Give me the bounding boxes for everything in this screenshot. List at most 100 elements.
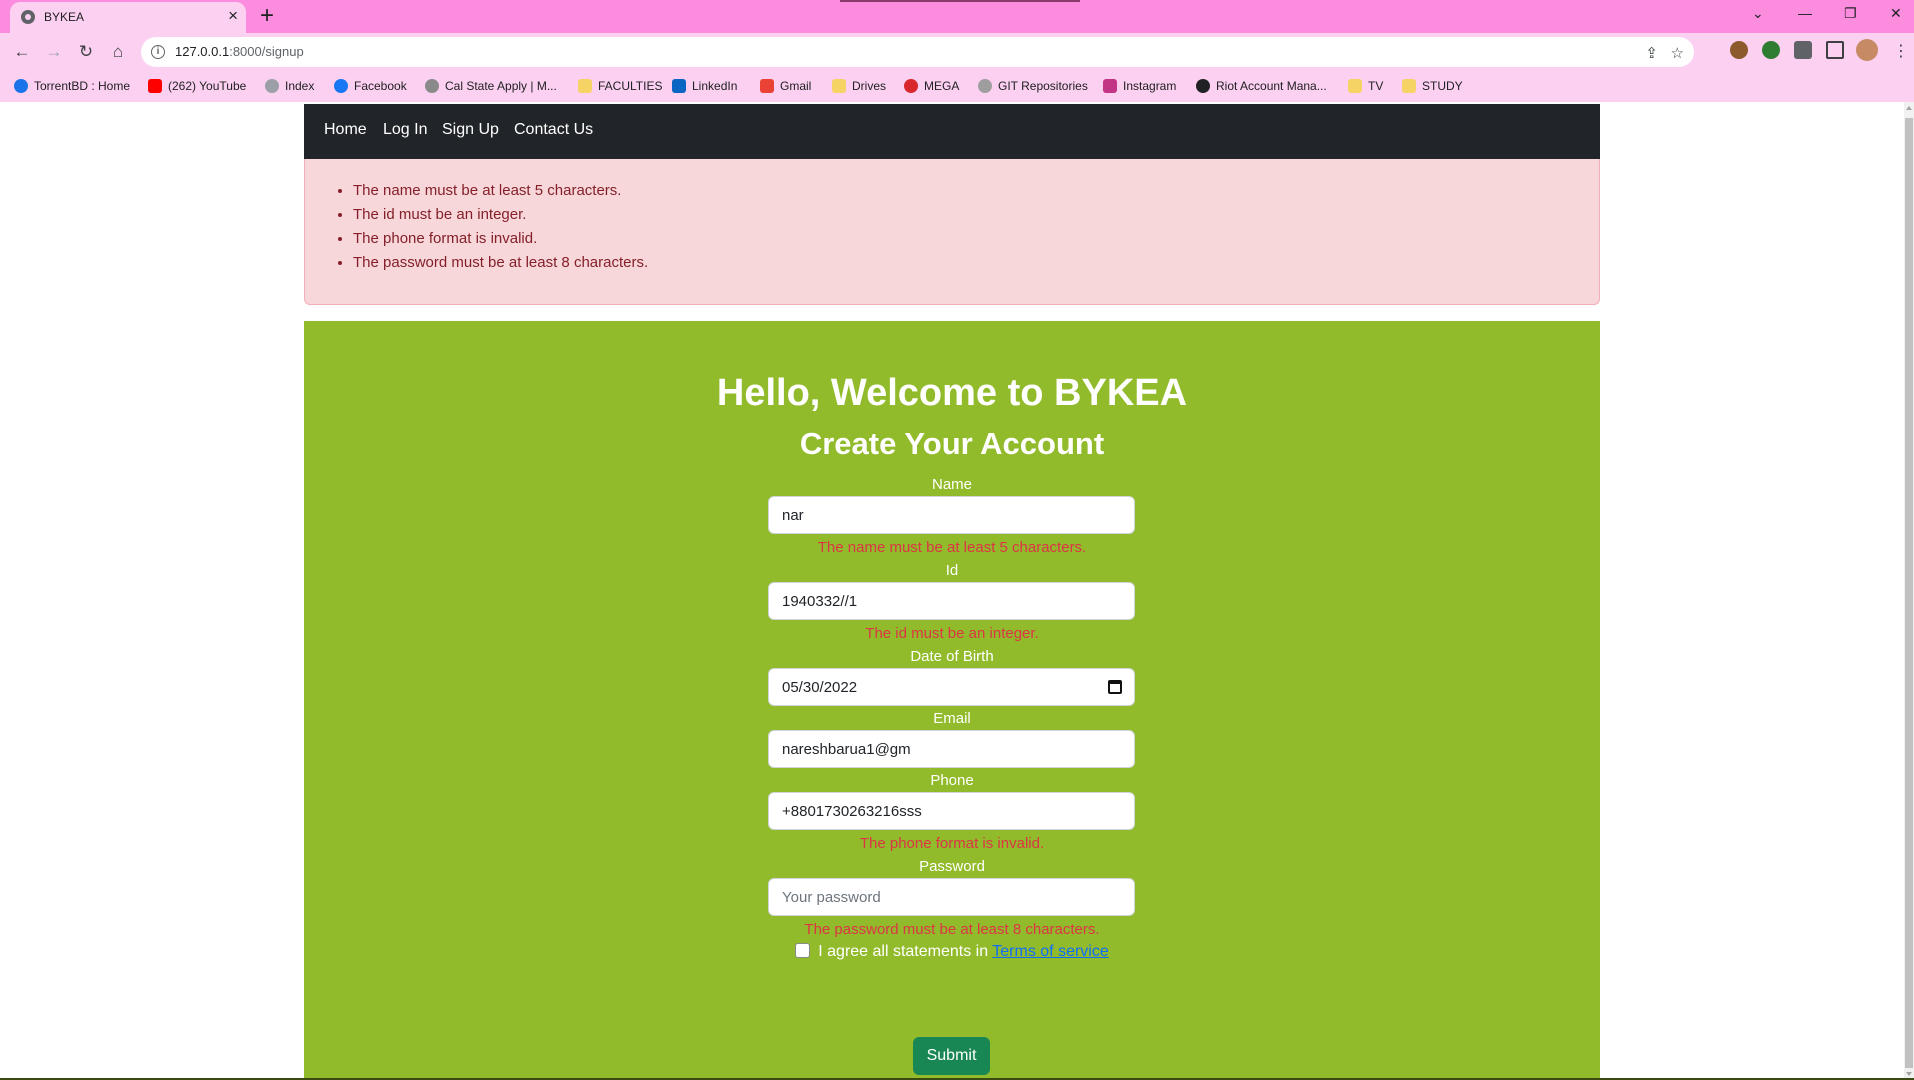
folder-icon bbox=[578, 79, 592, 93]
password-error: The password must be at least 8 characte… bbox=[804, 921, 1100, 938]
browser-chrome: BYKEA × + ⌄ — ❐ ✕ ← → ↻ ⌂ i 127.0.0.1:80… bbox=[0, 0, 1914, 102]
dob-label: Date of Birth bbox=[910, 648, 994, 665]
bookmark-item[interactable]: Cal State Apply | M... bbox=[425, 79, 557, 93]
youtube-icon bbox=[148, 79, 162, 93]
close-window-icon[interactable]: ✕ bbox=[1890, 5, 1902, 22]
name-label: Name bbox=[931, 476, 972, 493]
phone-field[interactable] bbox=[768, 792, 1135, 830]
star-icon[interactable]: ☆ bbox=[1671, 44, 1684, 62]
bookmark-item[interactable]: TV bbox=[1348, 79, 1383, 93]
cookie-extension-icon[interactable] bbox=[1730, 41, 1748, 59]
bookmark-item[interactable]: Riot Account Mana... bbox=[1196, 79, 1327, 93]
gmail-icon bbox=[760, 79, 774, 93]
id-label: Id bbox=[945, 562, 959, 579]
name-field[interactable] bbox=[768, 496, 1135, 534]
calendar-icon[interactable] bbox=[1108, 680, 1122, 694]
nav-contact-link[interactable]: Contact Us bbox=[514, 121, 593, 139]
terms-agreement: I agree all statements in Terms of servi… bbox=[304, 943, 1600, 961]
bookmark-item[interactable]: LinkedIn bbox=[672, 79, 737, 93]
tab-strip: BYKEA × + ⌄ — ❐ ✕ bbox=[0, 0, 1914, 33]
password-field[interactable] bbox=[768, 878, 1135, 916]
restore-icon[interactable]: ❐ bbox=[1844, 5, 1857, 22]
address-bar[interactable]: i 127.0.0.1:8000/signup ⇪ ☆ bbox=[141, 37, 1694, 67]
torrentbd-icon bbox=[14, 79, 28, 93]
globe-icon bbox=[21, 10, 35, 24]
id-error: The id must be an integer. bbox=[865, 625, 1039, 642]
phone-error: The phone format is invalid. bbox=[859, 835, 1045, 852]
bookmark-item[interactable]: GIT Repositories bbox=[978, 79, 1088, 93]
bookmark-item[interactable]: MEGA bbox=[904, 79, 959, 93]
folder-icon bbox=[1348, 79, 1362, 93]
page-scrollbar[interactable] bbox=[1904, 102, 1914, 1080]
page-title: Hello, Welcome to BYKEA bbox=[716, 372, 1188, 414]
folder-icon bbox=[1402, 79, 1416, 93]
bookmark-item[interactable]: Facebook bbox=[334, 79, 407, 93]
email-label: Email bbox=[933, 710, 971, 727]
menu-icon[interactable]: ⋮ bbox=[1893, 41, 1909, 61]
bookmark-item[interactable]: Index bbox=[265, 79, 314, 93]
browser-tab[interactable]: BYKEA × bbox=[10, 2, 246, 33]
scrollbar-thumb[interactable] bbox=[1905, 118, 1913, 1068]
phone-label: Phone bbox=[930, 772, 974, 789]
bookmark-item[interactable]: FACULTIES bbox=[578, 79, 662, 93]
folder-icon bbox=[832, 79, 846, 93]
scroll-down-icon[interactable] bbox=[1906, 1072, 1912, 1076]
index-icon bbox=[265, 79, 279, 93]
new-tab-icon[interactable]: + bbox=[260, 3, 274, 29]
site-navbar: Home Log In Sign Up Contact Us bbox=[304, 104, 1600, 159]
bookmark-item[interactable]: TorrentBD : Home bbox=[14, 79, 130, 93]
email-field[interactable] bbox=[768, 730, 1135, 768]
browser-toolbar: ← → ↻ ⌂ i 127.0.0.1:8000/signup ⇪ ☆ ⋮ bbox=[0, 33, 1914, 71]
terms-checkbox[interactable] bbox=[795, 943, 811, 958]
share-icon[interactable]: ⇪ bbox=[1645, 44, 1658, 62]
nav-login-link[interactable]: Log In bbox=[383, 121, 427, 139]
url-text[interactable]: 127.0.0.1:8000/signup bbox=[175, 44, 304, 59]
id-field[interactable] bbox=[768, 582, 1135, 620]
back-icon[interactable]: ← bbox=[11, 41, 33, 63]
bookmark-item[interactable]: Instagram bbox=[1103, 79, 1176, 93]
error-list: The name must be at least 5 characters. … bbox=[353, 179, 648, 275]
close-tab-icon[interactable]: × bbox=[228, 7, 238, 25]
name-error: The name must be at least 5 characters. bbox=[817, 539, 1087, 556]
submit-button[interactable]: Submit bbox=[913, 1037, 990, 1075]
error-item: The id must be an integer. bbox=[353, 203, 648, 227]
github-icon bbox=[978, 79, 992, 93]
avatar[interactable] bbox=[1856, 39, 1878, 61]
puzzle-icon[interactable] bbox=[1794, 41, 1812, 59]
riot-icon bbox=[1196, 79, 1210, 93]
error-item: The name must be at least 5 characters. bbox=[353, 179, 648, 203]
nav-home-link[interactable]: Home bbox=[324, 121, 367, 139]
forward-icon[interactable]: → bbox=[43, 41, 65, 63]
tab-search-icon[interactable]: ⌄ bbox=[1752, 5, 1764, 22]
info-icon[interactable]: i bbox=[151, 45, 165, 59]
minimize-icon[interactable]: — bbox=[1798, 5, 1812, 21]
scroll-up-icon[interactable] bbox=[1906, 106, 1912, 110]
mega-icon bbox=[904, 79, 918, 93]
instagram-icon bbox=[1103, 79, 1117, 93]
error-item: The phone format is invalid. bbox=[353, 227, 648, 251]
bookmark-item[interactable]: (262) YouTube bbox=[148, 79, 246, 93]
home-icon[interactable]: ⌂ bbox=[107, 41, 129, 63]
bookmark-item[interactable]: Gmail bbox=[760, 79, 811, 93]
tab-strip-indicator bbox=[840, 0, 1080, 2]
facebook-icon bbox=[334, 79, 348, 93]
linkedin-icon bbox=[672, 79, 686, 93]
page-subtitle: Create Your Account bbox=[799, 426, 1105, 461]
extension-icon[interactable] bbox=[1762, 41, 1780, 59]
side-panel-icon[interactable] bbox=[1826, 41, 1844, 59]
terms-agree-text: I agree all statements in bbox=[818, 943, 993, 960]
signup-panel: Hello, Welcome to BYKEA Create Your Acco… bbox=[304, 321, 1600, 1080]
bookmark-item[interactable]: Drives bbox=[832, 79, 886, 93]
globe-icon bbox=[425, 79, 439, 93]
tab-title: BYKEA bbox=[44, 10, 85, 24]
password-label: Password bbox=[919, 858, 985, 875]
error-item: The password must be at least 8 characte… bbox=[353, 251, 648, 275]
bookmarks-bar: TorrentBD : Home (262) YouTube Index Fac… bbox=[0, 71, 1914, 102]
reload-icon[interactable]: ↻ bbox=[75, 41, 97, 63]
bookmark-item[interactable]: STUDY bbox=[1402, 79, 1463, 93]
validation-alert: The name must be at least 5 characters. … bbox=[304, 159, 1600, 305]
dob-field[interactable]: 05/30/2022 bbox=[768, 668, 1135, 706]
dob-value: 05/30/2022 bbox=[782, 679, 858, 696]
terms-of-service-link[interactable]: Terms of service bbox=[992, 943, 1108, 960]
nav-signup-link[interactable]: Sign Up bbox=[442, 121, 499, 139]
